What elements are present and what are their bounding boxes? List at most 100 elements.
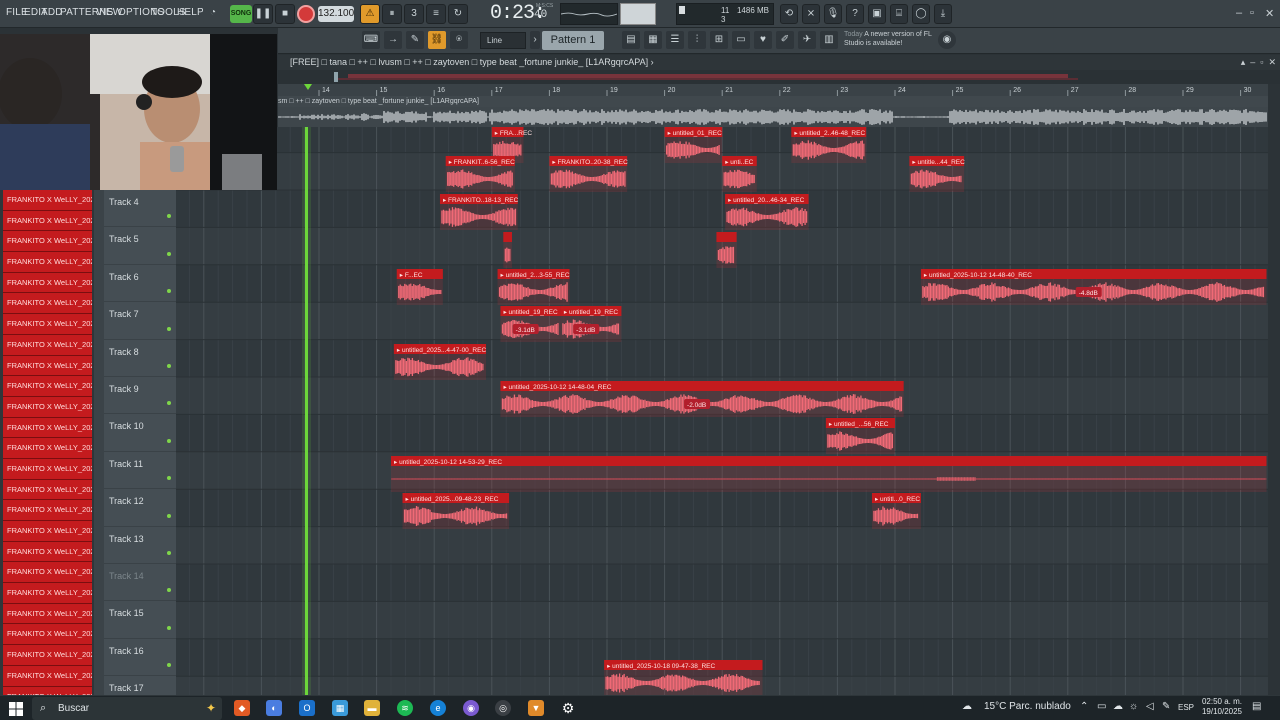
track-enable-led[interactable] [167, 401, 171, 406]
track-header[interactable]: Track 12 [104, 489, 176, 527]
wrench-icon[interactable]: ✐ [776, 31, 794, 49]
playlist-window-controls[interactable]: ▴ – ▫ ✕ [1241, 55, 1276, 70]
clip-source-item[interactable]: FRANKITO X WeLLY_2025- [3, 521, 92, 542]
loop-record-icon[interactable]: ↻ [448, 4, 468, 24]
audio-clip[interactable]: ▸ untitled_2025-10-12 14-48-04_REC -2.0dB [500, 381, 904, 417]
clip-source-item[interactable]: FRANKITO X WeLLY_2025- [3, 603, 92, 625]
pattern-song-toggle[interactable]: SONG [230, 5, 252, 23]
clip-source-item[interactable]: FRANKITO X WeLLY_2025- [3, 417, 92, 439]
track-header[interactable]: Track 7 [104, 302, 176, 340]
track-enable-led[interactable] [167, 625, 171, 630]
undo-history-icon[interactable]: ⟲ [780, 4, 798, 24]
playlist-grid[interactable]: ▸ FRA...REC ▸ untitled_01_REC ▸ untitled_2… [176, 127, 1268, 695]
clip-source-item[interactable]: FRANKITO X WeLLY_2025- [3, 396, 92, 418]
audio-clip[interactable]: ▸ untitled_01_REC [664, 127, 723, 163]
hint-gauge-icon[interactable]: ◔ [203, 4, 223, 24]
browser-icon[interactable]: ▭ [732, 31, 750, 49]
volume-icon[interactable]: ◁ [1146, 701, 1154, 712]
clip-list-scrollbar[interactable] [94, 190, 104, 695]
language-indicator[interactable]: ESP [1178, 703, 1194, 712]
track-header[interactable]: Track 9 [104, 377, 176, 415]
obs-icon[interactable]: ◎ [495, 700, 511, 716]
snap-select[interactable]: Line [480, 32, 526, 49]
battery-icon[interactable]: ▭ [1097, 701, 1106, 712]
track-header[interactable]: Track 6 [104, 265, 176, 303]
file-explorer-icon[interactable]: ▬ [364, 700, 380, 716]
copilot-icon[interactable]: ◐ [266, 700, 282, 716]
track-enable-led[interactable] [167, 476, 171, 481]
track-header[interactable]: Track 17 [104, 676, 176, 695]
clip-source-item[interactable]: FRANKITO X WeLLY_2025- [3, 355, 92, 377]
edge-icon[interactable]: e [430, 700, 446, 716]
brave-browser-icon[interactable]: ◆ [234, 700, 250, 716]
clip-source-item[interactable]: FRANKITO X WeLLY_2025- [3, 376, 92, 397]
wifi-icon[interactable]: ☼ [1129, 701, 1138, 712]
track-header[interactable]: Track 16 [104, 639, 176, 677]
network-icon[interactable]: ☁ [1113, 701, 1123, 712]
audio-clip[interactable] [716, 232, 737, 268]
audio-clip[interactable]: ▸ untitled_19_REC -3.1dB [500, 306, 561, 342]
track-header[interactable]: Track 10 [104, 414, 176, 452]
plugin-picker-icon[interactable]: ⊞ [710, 31, 728, 49]
download-icon[interactable]: ⤓ [934, 4, 952, 24]
audio-clip[interactable]: ▸ unti..EC [722, 156, 757, 192]
track-enable-led[interactable] [167, 588, 171, 593]
playlist-icon[interactable]: ▤ [622, 31, 640, 49]
track-enable-led[interactable] [167, 663, 171, 668]
pause-button[interactable]: ❚❚ [253, 4, 273, 24]
clip-source-item[interactable]: FRANKITO X WeLLY_2025- [3, 645, 92, 666]
audio-clip[interactable] [503, 232, 512, 268]
taskbar-search-input[interactable]: ⌕ Buscar ✦ [32, 697, 222, 720]
audio-clip[interactable]: ▸ untitled_2...3-55_REC [497, 269, 570, 305]
track-enable-led[interactable] [167, 363, 171, 368]
news-globe-icon[interactable]: ◉ [938, 31, 956, 49]
track-enable-led[interactable] [167, 251, 171, 256]
chat-icon[interactable]: ◯ [912, 4, 930, 24]
track-header[interactable]: Track 14 [104, 564, 176, 602]
track-enable-led[interactable] [167, 214, 171, 219]
audio-clip[interactable]: ▸ untitled_2025...4-47-00_REC [393, 344, 487, 380]
audio-clip[interactable]: ▸ FRANKITO..20-38_REC [549, 156, 628, 192]
playlist-vertical-scrollbar[interactable] [1268, 84, 1280, 695]
clip-source-item[interactable]: FRANKITO X WeLLY_2025- [3, 314, 92, 335]
track-header[interactable]: Track 4 [104, 190, 176, 228]
tempo-display[interactable]: 132.100 [318, 6, 354, 22]
news-panel[interactable]: Today A newer version of FL Studio is av… [844, 30, 944, 48]
piano-roll-icon[interactable]: ▦ [644, 31, 662, 49]
master-volume-meter[interactable] [620, 3, 656, 25]
audio-clip[interactable]: ▸ untitled_2025-10-12 14-53-29_REC [391, 456, 1267, 492]
audio-clip[interactable]: ▸ untitled_20...46-34_REC [725, 194, 809, 230]
track-enable-led[interactable] [167, 326, 171, 331]
tempo-tapper-icon[interactable]: ▥ [820, 31, 838, 49]
clip-source-item[interactable]: FRANKITO X WeLLY_2025- [3, 624, 92, 646]
clip-source-item[interactable]: FRANKITO X WeLLY_2025- [3, 438, 92, 459]
audio-clip[interactable]: ▸ FRANKIT..6-56_REC [445, 156, 515, 192]
channel-rack-icon[interactable]: ☰ [666, 31, 684, 49]
clip-source-item[interactable]: FRANKITO X WeLLY_2025- [3, 334, 92, 356]
mixer-icon[interactable]: ⨯ [802, 4, 820, 24]
stamp-icon[interactable]: ⍟ [450, 31, 468, 49]
audio-clip[interactable]: ▸ FRANKITO..18-13_REC [439, 194, 519, 230]
audio-clip[interactable]: ▸ untitled_2025...09-48-23_REC [402, 493, 510, 529]
settings-icon[interactable]: ⚙ [560, 700, 576, 716]
arrow-right-icon[interactable]: → [384, 31, 402, 49]
track-header[interactable]: Track 15 [104, 601, 176, 639]
clip-source-item[interactable]: FRANKITO X WeLLY_2025- [3, 541, 92, 563]
help-icon[interactable]: ? [846, 4, 864, 24]
audio-clip[interactable]: ▸ untitl...0_REC [871, 493, 921, 529]
stop-button[interactable]: ■ [275, 4, 295, 24]
track-header[interactable]: Track 11 [104, 452, 176, 490]
touch-controller-icon[interactable]: ♥ [754, 31, 772, 49]
store-icon[interactable]: ▦ [332, 700, 348, 716]
weather-text[interactable]: 15°C Parc. nublado [984, 701, 1071, 712]
spotify-icon[interactable]: ≋ [397, 700, 413, 716]
discord-icon[interactable]: ◉ [463, 700, 479, 716]
audio-clip[interactable]: ▸ untitled_19_REC -3.1dB [560, 306, 622, 342]
audio-clip[interactable]: ▸ untitled_...56_REC [825, 418, 895, 454]
menu-help[interactable]: HELP [177, 7, 204, 18]
playlist-overview[interactable] [278, 70, 1280, 84]
clip-source-item[interactable]: FRANKITO X WeLLY_2025- [3, 293, 92, 315]
audio-clip[interactable]: ▸ untitled_2025-10-18 09-47-38_REC [604, 660, 763, 695]
script-icon[interactable]: ✈ [798, 31, 816, 49]
clip-source-item[interactable]: FRANKITO X WeLLY_2025- [3, 210, 92, 232]
